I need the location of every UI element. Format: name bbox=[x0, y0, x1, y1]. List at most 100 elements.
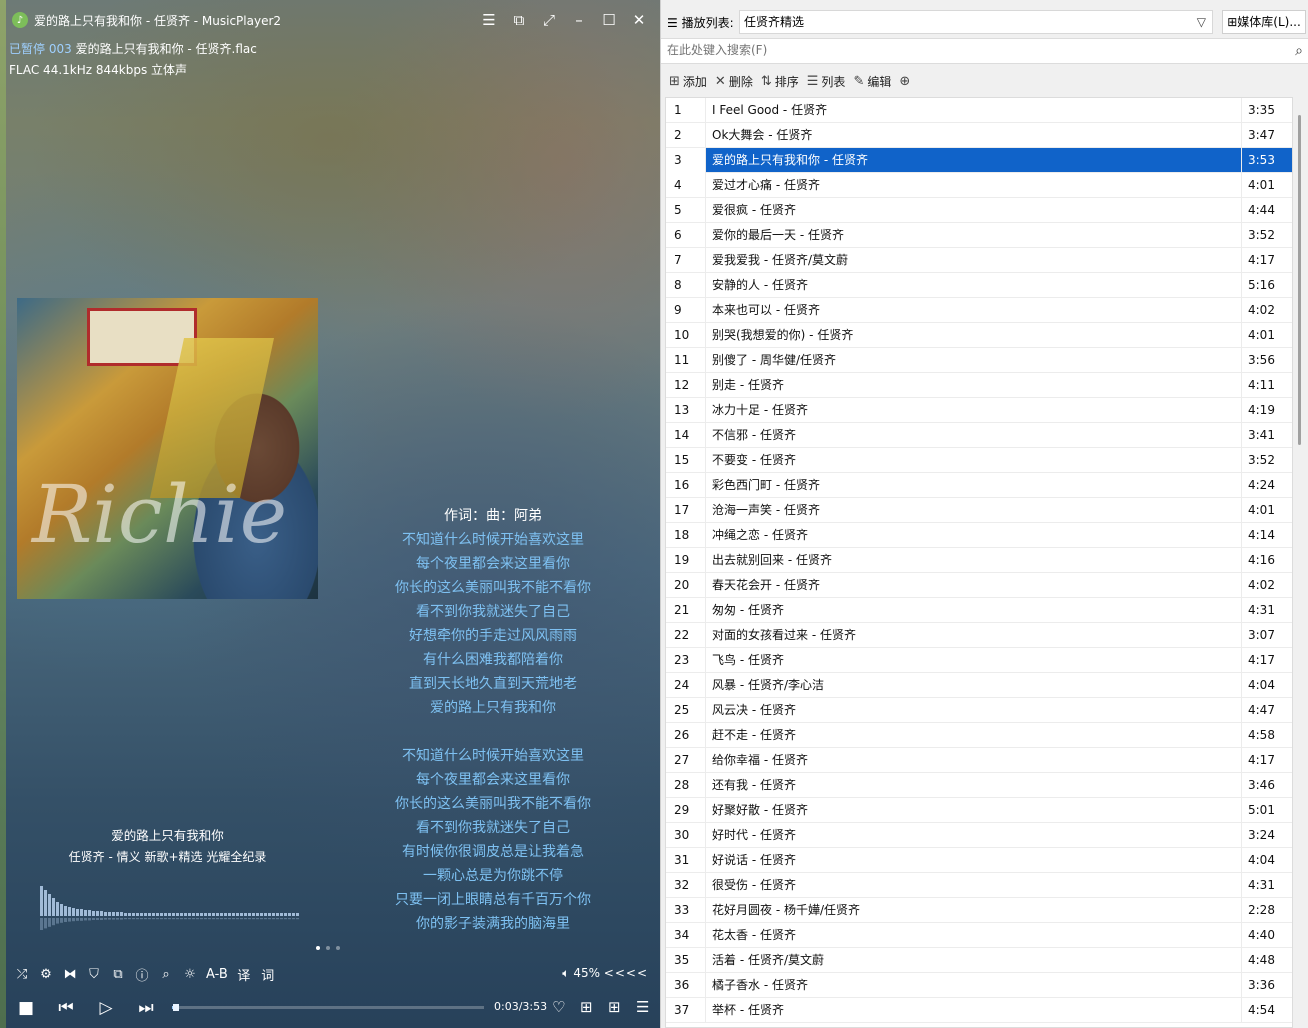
table-row[interactable]: 14 不信邪 - 任贤齐 3:41 bbox=[666, 423, 1292, 448]
sort-button[interactable]: ⇅ 排序 bbox=[761, 73, 799, 90]
table-row[interactable]: 6 爱你的最后一天 - 任贤齐 3:52 bbox=[666, 223, 1292, 248]
lyric-line: 直到天长地久直到天荒地老 bbox=[409, 676, 577, 692]
table-row[interactable]: 19 出去就别回来 - 任贤齐 4:16 bbox=[666, 548, 1292, 573]
translate-button[interactable]: 译 bbox=[236, 965, 252, 984]
volume-control[interactable]: 🔈︎ 45% bbox=[562, 966, 600, 981]
table-row[interactable]: 31 好说话 - 任贤齐 4:04 bbox=[666, 848, 1292, 873]
list-button[interactable]: ☰ 列表 bbox=[807, 73, 846, 90]
mini-mode-icon[interactable]: ⧉ bbox=[504, 6, 534, 34]
table-row[interactable]: 4 爱过才心痛 - 任贤齐 4:01 bbox=[666, 173, 1292, 198]
scrollbar-thumb[interactable] bbox=[1298, 115, 1301, 445]
table-row[interactable]: 33 花好月圆夜 - 杨千嬅/任贤齐 2:28 bbox=[666, 898, 1292, 923]
fullscreen-icon[interactable]: ⤢ bbox=[534, 6, 564, 34]
table-row[interactable]: 20 春天花会开 - 任贤齐 4:02 bbox=[666, 573, 1292, 598]
settings-icon[interactable]: ⚙ bbox=[38, 967, 54, 982]
spectrum-bar bbox=[184, 913, 187, 916]
skin-icon[interactable]: ⛉ bbox=[86, 967, 102, 982]
row-number: 24 bbox=[666, 673, 706, 698]
table-row[interactable]: 27 给你幸福 - 任贤齐 4:17 bbox=[666, 748, 1292, 773]
add-button[interactable]: ⊞ 添加 bbox=[669, 73, 707, 90]
page-dot[interactable] bbox=[316, 946, 320, 950]
table-row[interactable]: 29 好聚好散 - 任贤齐 5:01 bbox=[666, 798, 1292, 823]
progress-bar[interactable] bbox=[172, 1004, 484, 1011]
minimize-button[interactable]: – bbox=[564, 6, 594, 34]
spectrum-bar bbox=[208, 913, 211, 916]
table-row[interactable]: 16 彩色西门町 - 任贤齐 4:24 bbox=[666, 473, 1292, 498]
playlist-dropdown[interactable]: 任贤齐精选 ▽ bbox=[739, 10, 1213, 34]
table-row[interactable]: 8 安静的人 - 任贤齐 5:16 bbox=[666, 273, 1292, 298]
scrollbar[interactable] bbox=[1294, 97, 1308, 1028]
table-row[interactable]: 12 别走 - 任贤齐 4:11 bbox=[666, 373, 1292, 398]
table-row[interactable]: 23 飞鸟 - 任贤齐 4:17 bbox=[666, 648, 1292, 673]
favorite-heart-icon[interactable]: ♡ bbox=[552, 998, 565, 1016]
table-row[interactable]: 17 沧海一声笑 - 任贤齐 4:01 bbox=[666, 498, 1292, 523]
table-row[interactable]: 7 爱我爱我 - 任贤齐/莫文蔚 4:17 bbox=[666, 248, 1292, 273]
spectrum-reflection bbox=[112, 918, 115, 920]
maximize-button[interactable]: ☐ bbox=[594, 6, 624, 34]
play-button[interactable]: ▷ bbox=[86, 998, 126, 1018]
table-row[interactable]: 21 匆匆 - 任贤齐 4:31 bbox=[666, 598, 1292, 623]
table-row[interactable]: 5 爱很疯 - 任贤齐 4:44 bbox=[666, 198, 1292, 223]
table-row[interactable]: 28 还有我 - 任贤齐 3:46 bbox=[666, 773, 1292, 798]
lyric-offset-control[interactable]: <<<< bbox=[604, 966, 648, 980]
stop-button[interactable]: ■ bbox=[6, 998, 46, 1018]
page-indicator[interactable] bbox=[316, 946, 340, 950]
shuffle-icon[interactable]: ⤮ bbox=[14, 967, 30, 982]
add-to-playlist-icon[interactable]: ⊞ bbox=[580, 998, 593, 1016]
table-row[interactable]: 25 风云决 - 任贤齐 4:47 bbox=[666, 698, 1292, 723]
search-input[interactable] bbox=[667, 43, 1267, 57]
table-row[interactable]: 10 别哭(我想爱的你) - 任贤齐 4:01 bbox=[666, 323, 1292, 348]
table-row[interactable]: 18 冲绳之恋 - 任贤齐 4:14 bbox=[666, 523, 1292, 548]
delete-button[interactable]: ✕ 删除 bbox=[715, 73, 753, 90]
table-row[interactable]: 26 赶不走 - 任贤齐 4:58 bbox=[666, 723, 1292, 748]
mini-player-icon[interactable]: ⧉ bbox=[110, 967, 126, 982]
ab-repeat-button[interactable]: A-B bbox=[206, 967, 228, 982]
table-row[interactable]: 2 Ok大舞会 - 任贤齐 3:47 bbox=[666, 123, 1292, 148]
row-duration: 4:16 bbox=[1241, 548, 1292, 573]
table-row[interactable]: 13 冰力十足 - 任贤齐 4:19 bbox=[666, 398, 1292, 423]
equalizer-icon[interactable]: ⧓ bbox=[62, 967, 78, 982]
playlist-icon[interactable]: ☰ bbox=[636, 998, 649, 1016]
table-row[interactable]: 15 不要变 - 任贤齐 3:52 bbox=[666, 448, 1292, 473]
table-row[interactable]: 36 橘子香水 - 任贤齐 3:36 bbox=[666, 973, 1292, 998]
row-duration: 4:19 bbox=[1241, 398, 1292, 423]
table-row[interactable]: 35 活着 - 任贤齐/莫文蔚 4:48 bbox=[666, 948, 1292, 973]
search-icon[interactable]: ⌕ bbox=[1295, 43, 1303, 59]
spectrum-bar bbox=[52, 898, 55, 916]
brightness-icon[interactable]: ☼ bbox=[182, 967, 198, 982]
locate-button[interactable]: ⊕ bbox=[899, 74, 913, 89]
table-row[interactable]: 3 爱的路上只有我和你 - 任贤齐 3:53 bbox=[666, 148, 1292, 173]
row-title: 不信邪 - 任贤齐 bbox=[712, 428, 796, 442]
page-dot[interactable] bbox=[326, 946, 330, 950]
next-button[interactable]: ⏭ bbox=[126, 998, 166, 1018]
table-row[interactable]: 11 别傻了 - 周华健/任贤齐 3:56 bbox=[666, 348, 1292, 373]
row-number: 22 bbox=[666, 623, 706, 648]
info-icon[interactable]: ⓘ bbox=[134, 965, 150, 984]
page-dot[interactable] bbox=[336, 946, 340, 950]
table-row[interactable]: 22 对面的女孩看过来 - 任贤齐 3:07 bbox=[666, 623, 1292, 648]
chevron-down-icon: ▽ bbox=[1196, 15, 1206, 29]
lyric-button[interactable]: 词 bbox=[260, 965, 276, 984]
close-button[interactable]: ✕ bbox=[624, 6, 654, 34]
table-row[interactable]: 24 风暴 - 任贤齐/李心洁 4:04 bbox=[666, 673, 1292, 698]
previous-button[interactable]: ⏮ bbox=[46, 998, 86, 1018]
media-library-button[interactable]: ⊞媒体库(L)... bbox=[1222, 10, 1306, 34]
table-row[interactable]: 9 本来也可以 - 任贤齐 4:02 bbox=[666, 298, 1292, 323]
table-row[interactable]: 32 很受伤 - 任贤齐 4:31 bbox=[666, 873, 1292, 898]
table-row[interactable]: 37 举杯 - 任贤齐 4:54 bbox=[666, 998, 1292, 1023]
spectrum-bar bbox=[96, 911, 99, 916]
table-row[interactable]: 30 好时代 - 任贤齐 3:24 bbox=[666, 823, 1292, 848]
plus-box-icon: ⊞ bbox=[669, 73, 680, 89]
media-lib-icon[interactable]: ⊞ bbox=[608, 998, 621, 1016]
row-title: 花好月圆夜 - 杨千嬅/任贤齐 bbox=[712, 903, 861, 917]
album-cover[interactable]: Richie bbox=[17, 298, 318, 599]
row-number: 27 bbox=[666, 748, 706, 773]
table-row[interactable]: 1 I Feel Good - 任贤齐 3:35 bbox=[666, 98, 1292, 123]
menu-icon[interactable]: ☰ bbox=[474, 6, 504, 34]
table-row[interactable]: 34 花太香 - 任贤齐 4:40 bbox=[666, 923, 1292, 948]
spectrum-reflection bbox=[188, 918, 191, 920]
search-icon[interactable]: ⌕ bbox=[158, 967, 174, 982]
edit-button[interactable]: ✎ 编辑 bbox=[853, 73, 891, 90]
spectrum-bar bbox=[92, 911, 95, 916]
progress-handle[interactable] bbox=[173, 1004, 180, 1011]
